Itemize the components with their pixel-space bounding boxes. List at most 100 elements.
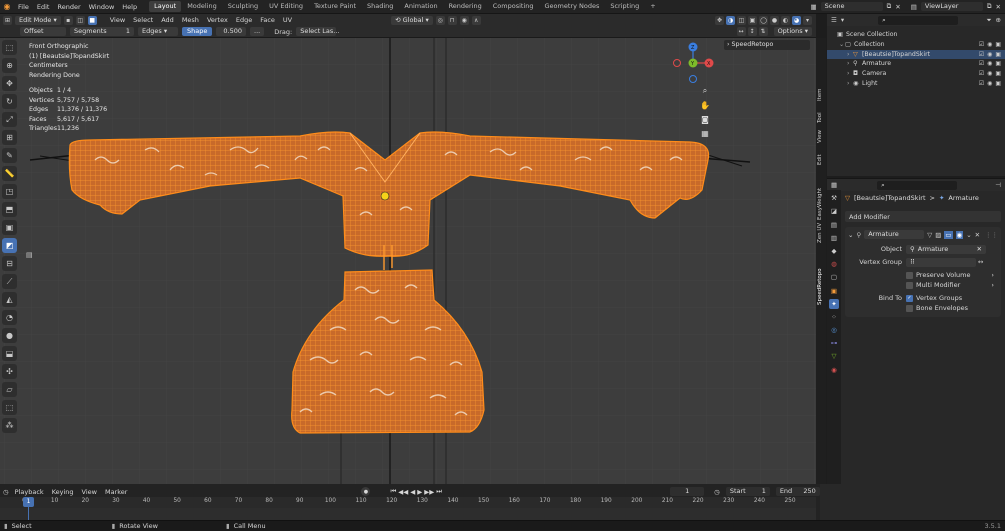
viewport-menu-edge[interactable]: Edge [232,13,256,27]
output-tab-icon[interactable]: ▤ [829,220,839,230]
timeline-menu-view[interactable]: View [82,488,97,496]
rotate-tool-icon[interactable]: ↻ [2,94,17,109]
menu-edit[interactable]: Edit [33,0,54,14]
camera-render-icon[interactable]: ▣ [995,69,1001,79]
jump-start-icon[interactable]: ⏮ [390,487,396,496]
exclude-checkbox-icon[interactable]: ☑ [979,40,984,50]
new-collection-icon[interactable]: ⊕ [996,16,1001,24]
camera-render-icon[interactable]: ▣ [995,40,1001,50]
menu-file[interactable]: File [14,0,33,14]
timeline-menu-playback[interactable]: Playback [15,488,44,496]
face-select-icon[interactable]: ■ [87,15,97,25]
menu-render[interactable]: Render [53,0,84,14]
bevel-tool-icon[interactable]: ◩ [2,238,17,253]
viewport-toggle-icon[interactable]: ▭ [944,230,953,239]
view-layer-icon[interactable]: ▤ [911,3,917,11]
workspace-tab-compositing[interactable]: Compositing [488,1,539,12]
mirror-x-icon[interactable]: ↔ [736,27,746,36]
measure-tool-icon[interactable]: 📏 [2,166,17,181]
modifier-tab-icon[interactable]: ✦ [829,298,839,309]
play-reverse-icon[interactable]: ◀ [410,488,415,496]
workspace-tab-rendering[interactable]: Rendering [444,1,487,12]
show-gizmo-icon[interactable]: ✥ [715,15,724,25]
multi-modifier-checkbox[interactable] [906,281,913,289]
cage-toggle-icon[interactable]: ▨ [935,231,941,239]
menu-window[interactable]: Window [85,0,119,14]
viewport-menu-mesh[interactable]: Mesh [178,13,203,27]
editor-type-icon[interactable]: ⊞ [3,15,12,25]
mirror-y-icon[interactable]: ↕ [747,27,757,36]
eye-icon[interactable]: ◉ [987,79,992,89]
outliner-search-input[interactable]: ⌕ [878,15,959,25]
vertex-select-icon[interactable]: ▪ [63,15,73,25]
exclude-checkbox-icon[interactable]: ☑ [979,59,984,69]
extrude-tool-icon[interactable]: ⬒ [2,202,17,217]
object-field[interactable]: ⚲ Armature ✕ [906,244,986,254]
modifier-name-field[interactable]: Armature [864,230,925,239]
transform-tool-icon[interactable]: ⊞ [2,130,17,145]
annotate-tool-icon[interactable]: ✎ [2,148,17,163]
add-modifier-dropdown[interactable]: Add Modifier [849,213,890,221]
bone-envelopes-checkbox[interactable] [906,304,913,312]
n-panel-tab-zen-uv[interactable]: Zen UV [817,223,823,243]
mesh-overlays-icon[interactable]: ◫ [737,15,746,25]
jump-end-icon[interactable]: ⏭ [436,487,442,496]
viewport-menu-face[interactable]: Face [256,13,279,27]
smooth-tool-icon[interactable]: ● [2,328,17,343]
copy-icon[interactable]: ⧉ [987,2,992,11]
add-workspace-button[interactable]: + [645,1,660,12]
material-tab-icon[interactable]: ◉ [829,365,839,375]
shear-tool-icon[interactable]: ▱ [2,382,17,397]
outliner-row[interactable]: ⌄ ▢ Collection ☑ ◉ ▣ [827,40,1005,50]
timeline-menu-marker[interactable]: Marker [105,488,127,496]
snap-icon[interactable]: ⊓ [447,15,457,25]
pan-hand-icon[interactable]: ✋ [700,100,710,110]
mode-selector[interactable]: Edit Mode ▾ [15,15,61,25]
viewport-menu-uv[interactable]: UV [279,13,296,27]
add-cube-tool-icon[interactable]: ◳ [2,184,17,199]
end-frame-field[interactable]: End 250 [775,487,820,496]
cursor-tool-icon[interactable]: ⊕ [2,58,17,73]
speedretopo-panel-header[interactable]: › SpeedRetopo [724,40,810,50]
options-dropdown[interactable]: Options ▾ [773,27,812,36]
rip-region-tool-icon[interactable]: ⬚ [2,400,17,415]
shape-value-field[interactable]: 0.500 [216,27,246,36]
timeline-menu-keying[interactable]: Keying [52,488,74,496]
view-layer-selector[interactable]: ViewLayer [920,2,983,11]
vertex-groups-checkbox[interactable]: ✓ [906,294,913,302]
workspace-tab-uv-editing[interactable]: UV Editing [264,1,308,12]
playhead[interactable]: 1 [23,497,34,507]
camera-render-icon[interactable]: ▣ [995,59,1001,69]
rendered-shading-icon[interactable]: ◕ [792,15,801,25]
transform-orientation[interactable]: ⟲ Global ▾ [391,15,433,25]
render-tab-icon[interactable]: ◪ [829,206,839,216]
record-icon[interactable]: ● [361,487,371,496]
particles-tab-icon[interactable]: ⁘ [829,312,839,322]
proportional-edit-icon[interactable]: ◉ [459,15,469,25]
invert-icon[interactable]: ↔ [978,258,983,266]
material-shading-icon[interactable]: ◐ [781,15,790,25]
properties-editor-icon[interactable]: ▦ [831,181,837,189]
collection-tab-icon[interactable]: ▢ [829,272,839,282]
workspace-tab-animation[interactable]: Animation [399,1,442,12]
curve-falloff-icon[interactable]: ∧ [471,15,481,25]
object-tab-icon[interactable]: ▣ [829,286,839,296]
workspace-tab-geometry-nodes[interactable]: Geometry Nodes [540,1,605,12]
overlays-icon[interactable]: ◑ [726,15,735,25]
world-tab-icon[interactable]: ◍ [829,259,839,269]
viewport-menu-vertex[interactable]: Vertex [203,13,232,27]
camera-view-icon[interactable]: ◙ [700,114,710,124]
timeline-ruler[interactable]: 0102030405060708090100110120130140150160… [0,497,816,508]
tool-tab-icon[interactable]: ⚒ [829,193,839,203]
scale-tool-icon[interactable]: ⤢ [2,112,17,127]
exclude-checkbox-icon[interactable]: ☑ [979,50,984,60]
offset-type-dropdown[interactable]: Offset [20,27,66,36]
3d-viewport[interactable]: Z X Y ⌕ ✋ ◙ ▦ [0,38,816,484]
spin-tool-icon[interactable]: ◔ [2,310,17,325]
scene-selector[interactable]: Scene [820,2,883,11]
outliner-row[interactable]: › ◘ Camera ☑ ◉ ▣ [827,69,1005,79]
clock-icon[interactable]: ◷ [714,488,720,496]
play-icon[interactable]: ▶ [417,488,422,496]
next-keyframe-icon[interactable]: ▶▶ [424,488,434,496]
n-panel-tab-item[interactable]: Item [817,88,823,101]
